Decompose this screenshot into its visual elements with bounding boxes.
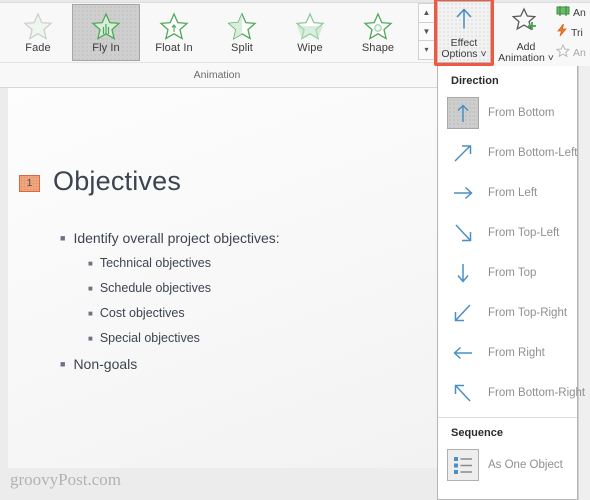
direction-option-label: From Top: [488, 267, 537, 279]
bullet-level2: ■ Technical objectives: [88, 256, 400, 272]
direction-option-label: From Left: [488, 187, 538, 199]
gallery-item-float-in[interactable]: Float In: [140, 4, 208, 61]
up-arrow-icon: [451, 6, 477, 35]
animation-effects-gallery[interactable]: Fade Fly In Float In Split Wipe Shape: [4, 4, 414, 61]
direction-option-label: From Right: [488, 347, 545, 359]
animation-group-label: Animation: [193, 69, 241, 81]
panel-outer-background: [578, 66, 590, 500]
direction-option-from-bottom[interactable]: From Bottom: [438, 93, 577, 133]
chevron-down-icon: ˅: [547, 52, 554, 64]
gallery-item-fade[interactable]: Fade: [4, 4, 72, 61]
star-icon: [363, 11, 393, 41]
animation-painter-button[interactable]: An: [556, 43, 590, 62]
effect-options-dropdown[interactable]: Direction From Bottom From Bottom-Left F…: [437, 66, 585, 500]
effect-options-button[interactable]: Effect Options ˅: [437, 1, 491, 63]
gallery-item-label: Shape: [361, 42, 395, 54]
star-icon: [91, 11, 121, 41]
animation-painter-star-icon: [556, 43, 571, 62]
gallery-scroll-up-button[interactable]: ▲: [418, 3, 435, 23]
gallery-more-button[interactable]: ▾: [418, 41, 435, 61]
arrow-down-icon: [447, 257, 479, 289]
gallery-item-shape[interactable]: Shape: [344, 4, 412, 61]
list-lines-icon: [447, 449, 479, 481]
gallery-item-fly-in[interactable]: Fly In: [72, 4, 140, 61]
gallery-item-label: Fly In: [92, 42, 120, 54]
sequence-option-label: As One Object: [488, 459, 563, 471]
advanced-animation-commands: An Tri An: [556, 2, 590, 62]
gallery-item-label: Wipe: [297, 42, 323, 54]
direction-section-header: Direction: [451, 75, 499, 87]
animation-pane-icon: [556, 4, 570, 22]
slide-body-placeholder[interactable]: ■ Identify overall project objectives: ■…: [60, 230, 400, 382]
star-plus-icon: [511, 7, 541, 38]
animation-pane-label: An: [573, 6, 586, 19]
direction-option-from-right[interactable]: From Right: [438, 333, 577, 373]
direction-option-from-top-right[interactable]: From Top-Right: [438, 293, 577, 333]
direction-option-label: From Top-Left: [488, 227, 560, 239]
gallery-item-label: Fade: [25, 42, 51, 54]
star-icon: [23, 11, 53, 41]
arrow-down-right-icon: [447, 217, 479, 249]
direction-option-from-left[interactable]: From Left: [438, 173, 577, 213]
animation-group-label-bar: Animation: [0, 62, 434, 87]
arrow-up-right-icon: [447, 137, 479, 169]
star-icon: [159, 11, 189, 41]
trigger-button[interactable]: Tri: [556, 23, 590, 42]
direction-option-label: From Bottom-Right: [488, 387, 586, 399]
animation-painter-label: An: [573, 46, 586, 59]
bullet-text: Cost objectives: [99, 306, 185, 320]
bullet-text: Special objectives: [99, 331, 200, 345]
gallery-scroll-down-button[interactable]: ▼: [418, 22, 435, 42]
bullet-text: Schedule objectives: [99, 281, 212, 295]
gallery-item-split[interactable]: Split: [208, 4, 276, 61]
gallery-scroll-buttons[interactable]: ▲ ▼ ▾: [418, 3, 435, 61]
bullet-square-icon: ■: [88, 309, 93, 318]
gallery-item-label: Float In: [155, 42, 193, 54]
gallery-item-wipe[interactable]: Wipe: [276, 4, 344, 61]
arrow-down-left-icon: [447, 297, 479, 329]
bullet-level2: ■ Schedule objectives: [88, 281, 400, 297]
star-icon: [227, 11, 257, 41]
bullet-square-icon: ■: [88, 334, 93, 343]
sequence-section-header: Sequence: [451, 427, 503, 439]
sequence-option-as-one-object[interactable]: As One Object: [438, 445, 577, 485]
star-icon: [295, 11, 325, 41]
direction-option-from-bottom-right[interactable]: From Bottom-Right: [438, 373, 585, 413]
add-animation-button[interactable]: Add Animation ˅: [497, 1, 555, 64]
slide-canvas[interactable]: 1 Objectives ■ Identify overall project …: [8, 88, 437, 468]
direction-option-label: From Top-Right: [488, 307, 568, 319]
bullet-square-icon: ■: [88, 284, 93, 293]
animation-pane-button[interactable]: An: [556, 4, 590, 21]
bullet-level2: ■ Special objectives: [88, 331, 400, 347]
bullet-square-icon: ■: [60, 359, 66, 369]
arrow-up-icon: [447, 97, 479, 129]
slide-title[interactable]: Objectives: [53, 166, 181, 197]
animation-order-badge[interactable]: 1: [19, 175, 40, 192]
direction-option-from-top[interactable]: From Top: [438, 253, 577, 293]
bullet-square-icon: ■: [88, 259, 93, 268]
direction-option-label: From Bottom-Left: [488, 147, 578, 159]
add-animation-label-line2: Animation ˅: [498, 52, 554, 64]
direction-option-label: From Bottom: [488, 107, 555, 119]
powerpoint-animations-screen: Fade Fly In Float In Split Wipe Shape ▲ …: [0, 0, 590, 500]
effect-options-label-line2: Options ˅: [441, 48, 487, 60]
bullet-level2: ■ Cost objectives: [88, 306, 400, 322]
bullet-text: Identify overall project objectives:: [73, 230, 280, 246]
gallery-item-label: Split: [231, 42, 253, 54]
arrow-left-icon: [447, 337, 479, 369]
direction-option-from-bottom-left[interactable]: From Bottom-Left: [438, 133, 577, 173]
arrow-right-icon: [447, 177, 479, 209]
arrow-up-left-icon: [447, 377, 479, 409]
watermark: groovyPost.com: [10, 470, 121, 489]
bullet-text: Technical objectives: [99, 256, 212, 270]
direction-option-from-top-left[interactable]: From Top-Left: [438, 213, 577, 253]
bullet-text: Non-goals: [73, 356, 138, 372]
trigger-label: Tri: [571, 26, 583, 39]
slide-editing-area[interactable]: 1 Objectives ■ Identify overall project …: [0, 88, 437, 500]
bullet-level1: ■ Non-goals: [60, 356, 400, 373]
bullet-level1: ■ Identify overall project objectives:: [60, 230, 400, 247]
chevron-down-icon: ˅: [480, 48, 487, 60]
trigger-lightning-icon: [556, 23, 568, 42]
bullet-square-icon: ■: [60, 233, 66, 243]
